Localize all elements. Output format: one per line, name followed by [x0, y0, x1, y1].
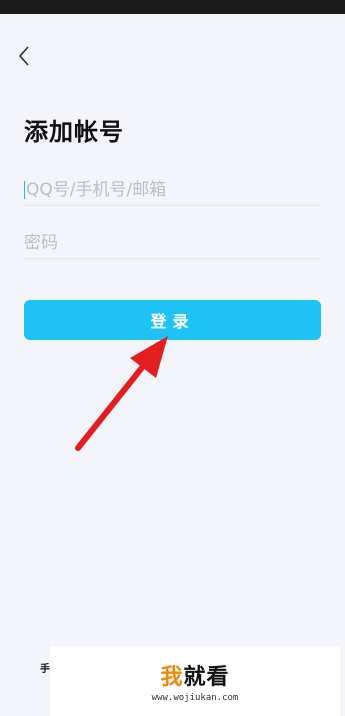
account-input[interactable] — [24, 175, 323, 205]
watermark-url: www.wojiukan.com — [151, 693, 239, 703]
page-title: 添加帐号 — [24, 118, 124, 146]
watermark-logo: 我就看 — [160, 659, 229, 691]
chevron-left-icon — [18, 46, 29, 66]
password-field[interactable] — [24, 228, 321, 259]
watermark: 我就看 www.wojiukan.com — [50, 646, 340, 716]
watermark-logo-suffix: 就看 — [183, 665, 230, 690]
watermark-logo-prefix: 我 — [160, 665, 184, 690]
annotation-arrow — [75, 336, 168, 451]
status-bar — [0, 0, 345, 14]
text-cursor — [24, 181, 25, 199]
password-input[interactable] — [24, 228, 321, 258]
back-button[interactable] — [12, 42, 36, 70]
footer-hint: 手 — [40, 664, 50, 675]
account-field[interactable] — [24, 175, 323, 206]
